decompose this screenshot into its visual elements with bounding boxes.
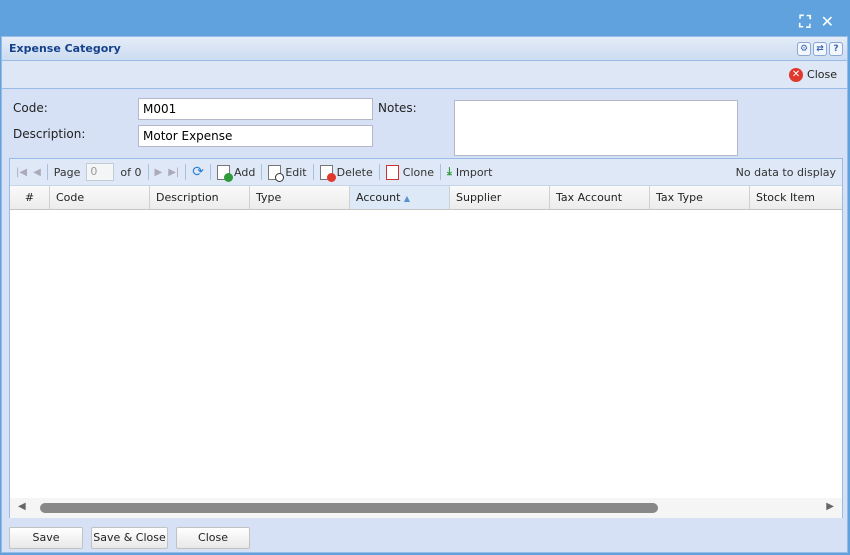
help-icon[interactable]: ? xyxy=(829,41,843,56)
grid-header: # Code Description Type Account ▲ Suppli… xyxy=(10,186,842,210)
column-type[interactable]: Type xyxy=(250,186,350,209)
description-label: Description: xyxy=(13,127,86,141)
refresh-icon[interactable]: ⇄ xyxy=(813,41,827,56)
top-toolbar: ✕ Close xyxy=(2,61,847,89)
expense-category-window: Expense Category ⚙ ⇄ ? ✕ Close Code: Des… xyxy=(1,36,848,553)
form-area: Code: Description: Notes: xyxy=(2,89,847,159)
delete-button[interactable]: Delete xyxy=(319,164,373,182)
edit-button[interactable]: Edit xyxy=(268,164,307,182)
page-count: of 0 xyxy=(120,165,142,179)
close-window-icon[interactable]: ✕ xyxy=(821,12,834,32)
add-label: Add xyxy=(234,165,256,179)
maximize-icon[interactable]: ⛶ xyxy=(799,12,810,32)
next-page-icon[interactable]: ▶ xyxy=(155,167,163,178)
last-page-icon[interactable]: ▶| xyxy=(168,167,179,178)
column-tax-account[interactable]: Tax Account xyxy=(550,186,650,209)
page-input[interactable]: 0 xyxy=(86,163,115,181)
save-button[interactable]: Save xyxy=(9,527,83,549)
close-button[interactable]: Close xyxy=(176,527,250,549)
description-input[interactable] xyxy=(138,125,373,147)
column-tax-type[interactable]: Tax Type xyxy=(650,186,750,209)
edit-label: Edit xyxy=(285,165,307,179)
window-controls: ⛶ ✕ xyxy=(799,12,834,32)
import-icon: ⤓ xyxy=(447,165,452,178)
import-button[interactable]: ⤓ Import xyxy=(447,165,492,179)
edit-icon xyxy=(268,164,285,182)
window-title-bar: Expense Category ⚙ ⇄ ? xyxy=(2,37,847,61)
scroll-right-icon[interactable]: ▶ xyxy=(826,501,834,512)
first-page-icon[interactable]: |◀ xyxy=(16,167,27,178)
scroll-left-icon[interactable]: ◀ xyxy=(18,501,26,512)
column-stock-item[interactable]: Stock Item xyxy=(750,186,842,209)
notes-label: Notes: xyxy=(378,101,417,115)
close-circle-icon: ✕ xyxy=(789,67,804,82)
notes-textarea[interactable] xyxy=(454,100,738,156)
scrollbar-thumb[interactable] xyxy=(40,503,658,513)
grid-body xyxy=(10,210,842,498)
grid-toolbar: |◀ ◀ Page 0 of 0 ▶ ▶| ⟳ Add Edit Delete … xyxy=(10,159,842,186)
close-button-top[interactable]: ✕ Close xyxy=(789,67,837,82)
column-account[interactable]: Account ▲ xyxy=(350,186,450,209)
clone-button[interactable]: Clone xyxy=(385,164,434,180)
add-button[interactable]: Add xyxy=(217,164,256,182)
add-icon xyxy=(217,164,234,182)
column-description[interactable]: Description xyxy=(150,186,250,209)
gear-icon[interactable]: ⚙ xyxy=(797,41,811,56)
clone-icon xyxy=(385,164,399,180)
prev-page-icon[interactable]: ◀ xyxy=(33,167,41,178)
close-label: Close xyxy=(807,68,837,81)
account-label: Account xyxy=(356,191,401,204)
delete-label: Delete xyxy=(336,165,373,179)
column-number[interactable]: # xyxy=(10,186,50,209)
page-label: Page xyxy=(53,165,81,179)
clone-label: Clone xyxy=(402,165,434,179)
column-supplier[interactable]: Supplier xyxy=(450,186,550,209)
column-code[interactable]: Code xyxy=(50,186,150,209)
horizontal-scrollbar[interactable]: ◀ ▶ xyxy=(10,498,842,518)
save-close-button[interactable]: Save & Close xyxy=(91,527,168,549)
import-label: Import xyxy=(455,165,493,179)
window-title: Expense Category xyxy=(9,42,121,55)
footer: Save Save & Close Close xyxy=(2,522,847,554)
delete-icon xyxy=(319,164,336,182)
code-input[interactable] xyxy=(138,98,373,120)
code-label: Code: xyxy=(13,101,48,115)
refresh-icon[interactable]: ⟳ xyxy=(192,164,204,180)
sort-asc-icon: ▲ xyxy=(403,194,411,203)
expense-grid: |◀ ◀ Page 0 of 0 ▶ ▶| ⟳ Add Edit Delete … xyxy=(9,158,843,518)
grid-status: No data to display xyxy=(735,165,836,179)
